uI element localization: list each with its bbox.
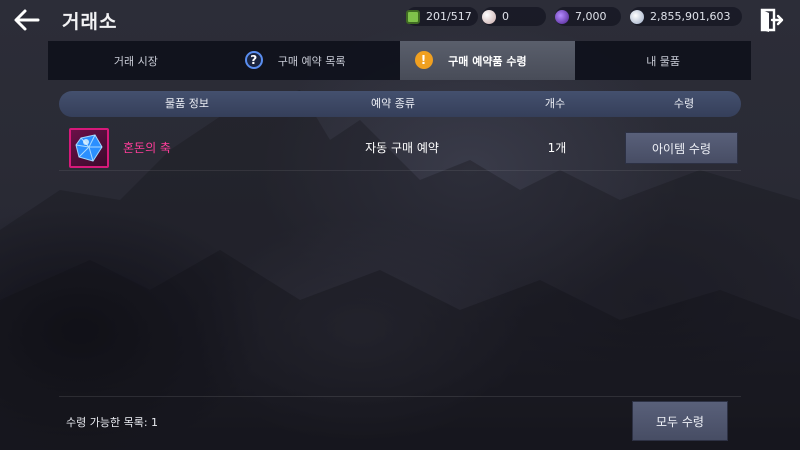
exit-button[interactable] [758,7,784,33]
tab-reservation-list[interactable]: ? 구매 예약 목록 [224,41,400,80]
arrow-left-icon [14,9,40,31]
column-header-reservation-type: 예약 종류 [371,97,415,110]
top-bar: 거래소 201/517 0 7,000 2,855,901,603 [0,0,800,40]
receive-item-button[interactable]: 아이템 수령 [625,132,738,164]
silver-coin-icon [630,9,644,24]
receive-all-button[interactable]: 모두 수령 [632,401,728,441]
table-row: 혼돈의 축 자동 구매 예약 1개 아이템 수령 [59,125,741,171]
item-count: 1개 [547,141,567,155]
tab-reservation-receive[interactable]: ! 구매 예약품 수령 [399,41,576,80]
pearl-icon [482,9,496,24]
energy-icon [406,9,420,24]
alert-icon: ! [414,51,433,69]
column-header-item-info: 물품 정보 [165,97,209,110]
item-name: 혼돈의 축 [123,141,171,155]
column-header-receive: 수령 [673,97,695,110]
tab-label: 구매 예약품 수령 [448,54,527,68]
tab-bar: 거래 시장 ? 구매 예약 목록 ! 구매 예약품 수령 내 물품 [48,41,751,80]
tab-my-items[interactable]: 내 물품 [575,41,751,80]
tab-label: 내 물품 [646,54,681,68]
page-title: 거래소 [62,11,118,33]
tab-label: 구매 예약 목록 [277,54,346,68]
purple-gem-icon [555,9,569,24]
reservation-type: 자동 구매 예약 [365,141,439,155]
currency-pearl: 0 [482,7,546,26]
currency-silver: 2,855,901,603 [630,7,742,26]
column-header-count: 개수 [544,97,566,110]
help-icon[interactable]: ? [244,51,263,69]
exit-door-icon [760,8,784,32]
back-button[interactable] [12,6,42,34]
currency-energy: 201/517 [406,7,478,26]
table-header: 물품 정보 예약 종류 개수 수령 [59,91,741,117]
currency-purple-gem: 7,000 [555,7,621,26]
tab-market[interactable]: 거래 시장 [48,41,224,80]
item-crystal-icon [69,128,109,168]
footer-divider [59,396,741,397]
claimable-count: 수령 가능한 목록: 1 [66,416,159,429]
tab-label: 거래 시장 [113,54,158,68]
